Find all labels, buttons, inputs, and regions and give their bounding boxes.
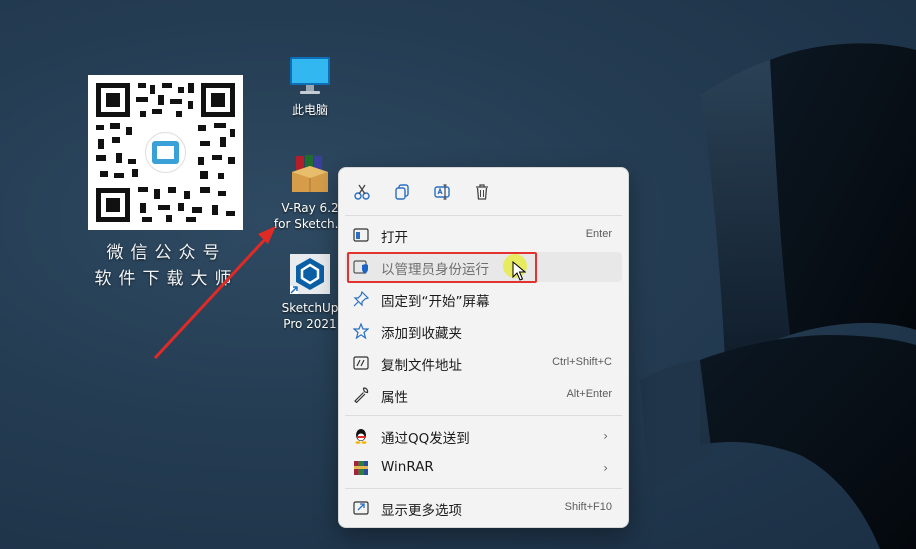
winrar-icon [354, 461, 368, 475]
copy-button[interactable] [390, 180, 414, 204]
qr-code [88, 75, 243, 230]
menu-separator [345, 215, 622, 216]
menu-item-label: 属性 [381, 390, 408, 406]
monitor-icon [288, 54, 332, 98]
menu-item-send-via-qq[interactable]: 通过QQ发送到 › [345, 421, 622, 451]
menu-separator [345, 488, 622, 489]
rename-button[interactable] [430, 180, 454, 204]
star-icon [353, 323, 369, 339]
open-icon [353, 228, 369, 242]
menu-item-pin-to-start[interactable]: 固定到“开始”屏幕 [345, 284, 622, 314]
more-options-icon [353, 501, 369, 515]
desktop-icon-this-pc[interactable]: 此电脑 [270, 54, 350, 118]
vray-icon [288, 152, 332, 196]
menu-item-label: WinRAR [381, 459, 434, 475]
menu-item-copy-path[interactable]: 复制文件地址 Ctrl+Shift+C [345, 348, 622, 378]
cut-icon [354, 184, 370, 200]
wrench-icon [354, 387, 369, 403]
menu-item-open[interactable]: 打开 Enter [345, 220, 622, 250]
pin-icon [353, 291, 369, 307]
delete-icon [476, 184, 488, 200]
desktop-icon-label: 此电脑 [291, 103, 328, 117]
menu-item-shortcut: Enter [585, 228, 612, 240]
context-menu: 打开 Enter 以管理员身份运行 固定到“开始”屏幕 添加到收藏夹 复制文件地… [338, 167, 629, 528]
menu-item-label: 通过QQ发送到 [381, 431, 470, 447]
delete-button[interactable] [470, 180, 494, 204]
qr-caption-line2: 软件下载大师 [94, 269, 239, 289]
menu-item-label: 添加到收藏夹 [381, 326, 462, 342]
chevron-right-icon: › [603, 429, 608, 443]
menu-item-winrar[interactable]: WinRAR › [345, 453, 622, 483]
menu-separator [345, 415, 622, 416]
cut-button[interactable] [350, 180, 374, 204]
menu-item-label: 打开 [381, 230, 408, 246]
menu-item-label: 显示更多选项 [381, 503, 462, 519]
context-menu-toolbar [339, 176, 628, 208]
chevron-right-icon: › [603, 461, 608, 475]
copy-path-icon [353, 356, 369, 370]
menu-item-shortcut: Alt+Enter [566, 388, 612, 400]
menu-item-shortcut: Ctrl+Shift+C [552, 356, 612, 368]
qr-caption-line1: 微信公众号 [106, 243, 227, 263]
menu-item-show-more-options[interactable]: 显示更多选项 Shift+F10 [345, 493, 622, 523]
menu-item-label: 复制文件地址 [381, 358, 462, 374]
sketchup-icon [288, 252, 332, 296]
menu-item-label: 固定到“开始”屏幕 [381, 294, 490, 310]
menu-item-properties[interactable]: 属性 Alt+Enter [345, 380, 622, 410]
copy-icon [395, 184, 409, 200]
menu-item-shortcut: Shift+F10 [564, 501, 612, 513]
mouse-cursor-icon [512, 261, 526, 281]
rename-icon [434, 184, 450, 200]
qq-icon [355, 429, 367, 444]
menu-item-add-favorites[interactable]: 添加到收藏夹 [345, 316, 622, 346]
